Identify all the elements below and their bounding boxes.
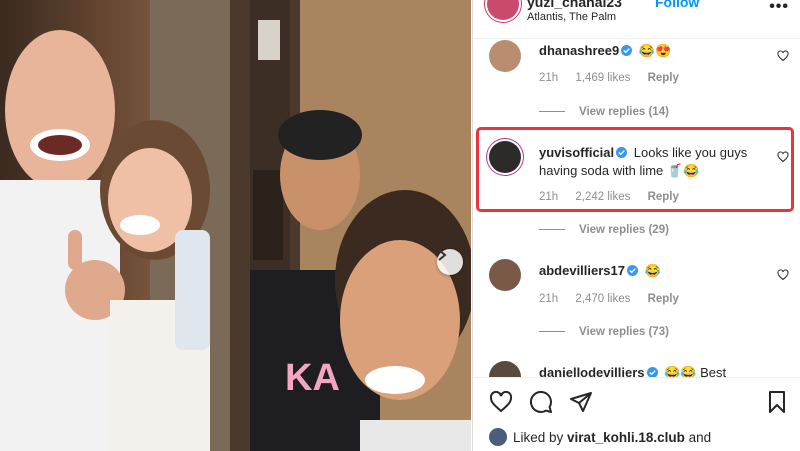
- liked-by-summary: Liked by virat_kohli.18.club and: [489, 428, 711, 446]
- heart-icon[interactable]: [489, 390, 513, 414]
- author-username[interactable]: yuzi_chahal23: [527, 0, 622, 10]
- post-location[interactable]: Atlantis, The Palm: [527, 11, 616, 23]
- commenter-avatar[interactable]: [489, 259, 521, 291]
- chevron-right-icon: [438, 249, 447, 261]
- comment-text: 😂😍: [638, 43, 672, 58]
- verified-icon: [621, 45, 633, 56]
- bookmark-icon[interactable]: [765, 390, 789, 414]
- comment-text: 😂: [644, 263, 661, 278]
- comment-username[interactable]: dhanashree9: [539, 43, 619, 58]
- liked-by-suffix: and: [684, 430, 712, 445]
- comment-icon[interactable]: [529, 390, 553, 414]
- comment-time: 21h: [539, 293, 559, 305]
- view-replies-button[interactable]: View replies (14): [539, 106, 669, 118]
- comment-meta: 21h 1,469 likes Reply: [539, 72, 693, 84]
- follow-button[interactable]: Follow: [655, 0, 699, 10]
- post-details-panel: yuzi_chahal23 Follow Atlantis, The Palm …: [472, 0, 800, 451]
- heart-icon[interactable]: [777, 269, 789, 281]
- comment-likes[interactable]: 2,470 likes: [575, 293, 630, 305]
- liked-by-prefix: Liked by: [513, 430, 568, 445]
- commenter-avatar[interactable]: [489, 40, 521, 72]
- carousel-next-button[interactable]: [437, 249, 463, 275]
- view-replies-button[interactable]: View replies (29): [539, 224, 669, 236]
- comment-body: abdevilliers17 😂: [539, 262, 764, 280]
- post-action-bar: [473, 377, 800, 428]
- liked-by-user[interactable]: virat_kohli.18.club: [567, 430, 685, 445]
- share-icon[interactable]: [569, 390, 593, 414]
- more-options-button[interactable]: •••: [769, 0, 789, 16]
- comment-body: dhanashree9 😂😍: [539, 42, 764, 60]
- photo-illustration: KA: [0, 0, 471, 451]
- comment-username[interactable]: abdevilliers17: [539, 263, 625, 278]
- highlight-box: [476, 127, 794, 212]
- reply-button[interactable]: Reply: [648, 72, 679, 84]
- comment-time: 21h: [539, 72, 559, 84]
- post-photo[interactable]: KA: [0, 0, 471, 451]
- verified-icon: [627, 265, 638, 276]
- author-avatar[interactable]: [487, 0, 519, 20]
- liker-avatar[interactable]: [489, 428, 507, 446]
- view-replies-button[interactable]: View replies (73): [539, 326, 669, 338]
- heart-icon[interactable]: [777, 50, 789, 62]
- comment-likes[interactable]: 1,469 likes: [575, 72, 630, 84]
- reply-button[interactable]: Reply: [648, 293, 679, 305]
- post-header: yuzi_chahal23 Follow Atlantis, The Palm …: [473, 0, 800, 39]
- comment-meta: 21h 2,470 likes Reply: [539, 293, 693, 305]
- svg-text:KA: KA: [285, 357, 340, 399]
